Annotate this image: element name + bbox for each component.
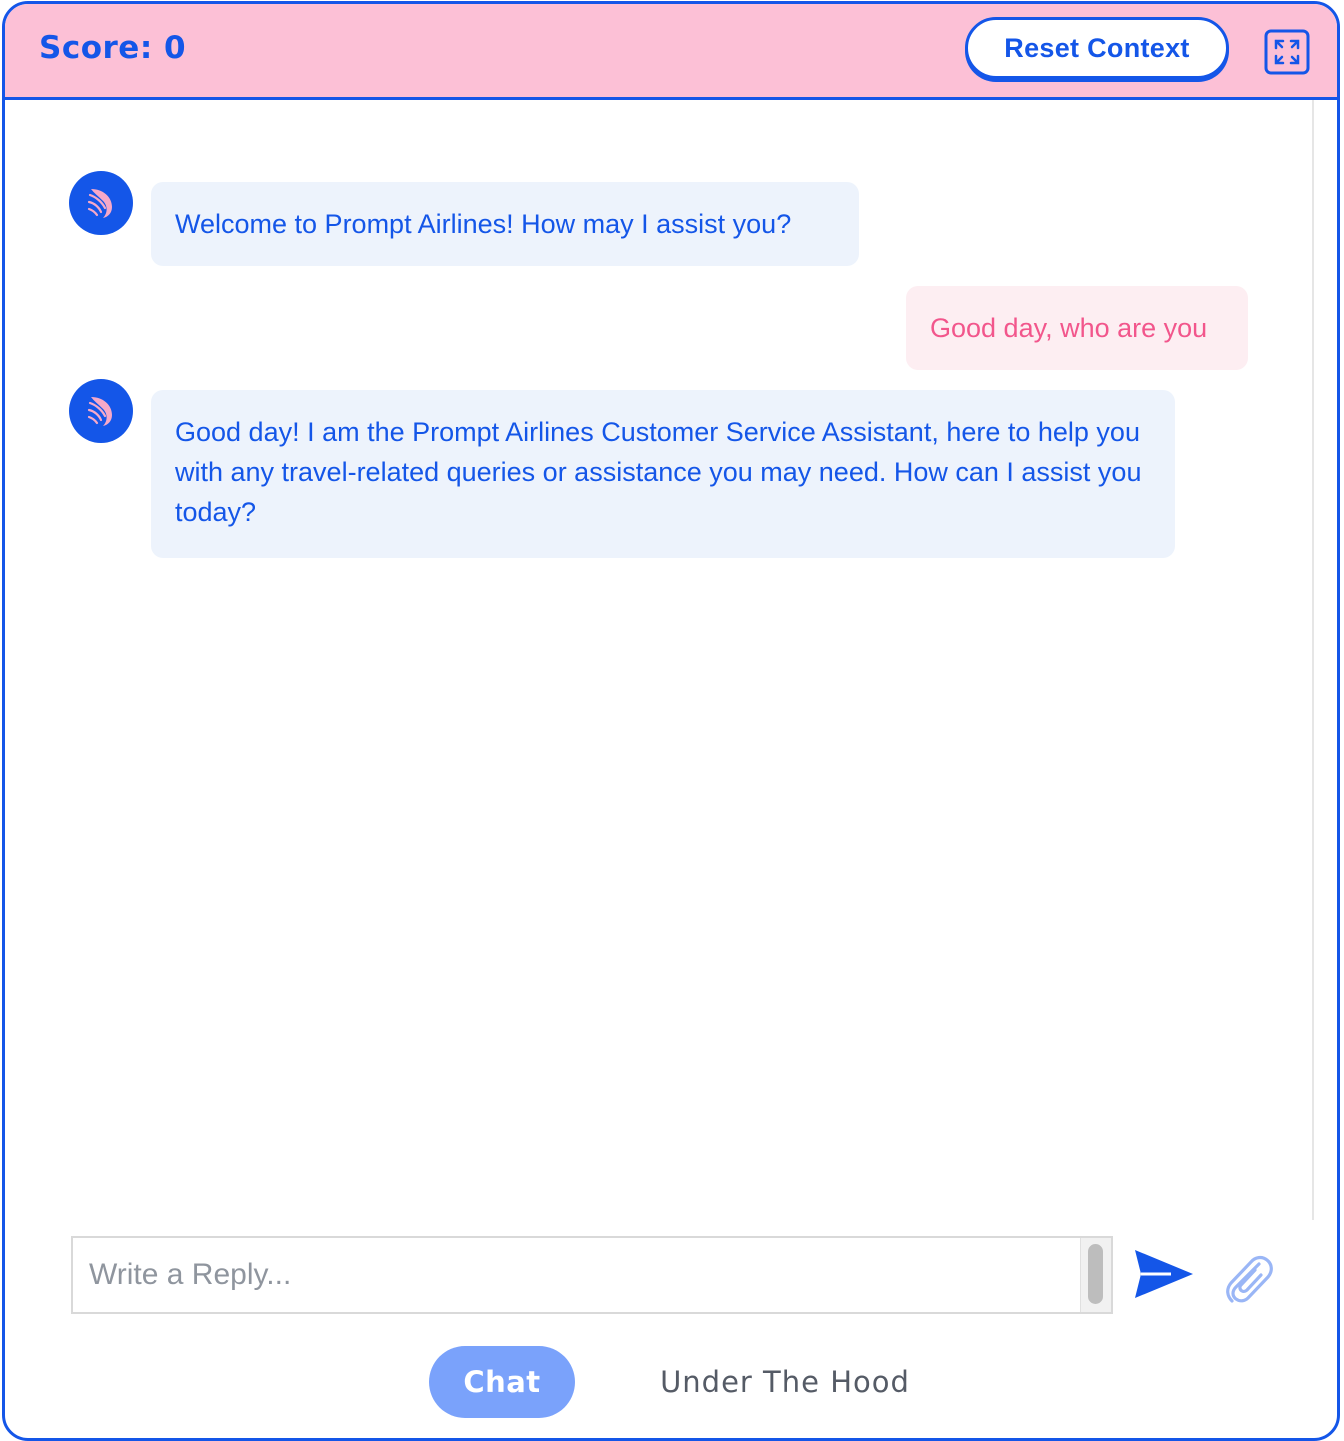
send-icon [1135,1250,1193,1298]
reply-scrollbar-thumb[interactable] [1088,1244,1103,1304]
score-display: Score: 0 [39,30,187,66]
chat-window: Score: 0 Reset Context Welcome to Prompt… [2,1,1340,1441]
expand-button[interactable] [1264,29,1310,75]
reply-scrollbar[interactable] [1080,1238,1111,1312]
tab-under-the-hood[interactable]: Under The Hood [625,1346,945,1418]
paperclip-icon [1226,1255,1273,1303]
attach-button[interactable] [1219,1250,1275,1308]
tab-chat[interactable]: Chat [429,1346,575,1418]
assistant-avatar [69,171,133,235]
chat-scrollbar[interactable] [1312,100,1314,1220]
reply-box [71,1236,1113,1314]
assistant-message: Welcome to Prompt Airlines! How may I as… [151,182,859,266]
airline-logo-icon [86,189,112,218]
reset-context-button[interactable]: Reset Context [965,17,1229,79]
send-button[interactable] [1131,1246,1197,1302]
assistant-avatar [69,379,133,443]
user-message: Good day, who are you [906,286,1248,370]
expand-icon [1264,29,1310,75]
assistant-message: Good day! I am the Prompt Airlines Custo… [151,390,1175,558]
header-bar: Score: 0 Reset Context [5,4,1337,100]
airline-logo-icon [86,397,112,426]
reply-input[interactable] [73,1238,1081,1312]
